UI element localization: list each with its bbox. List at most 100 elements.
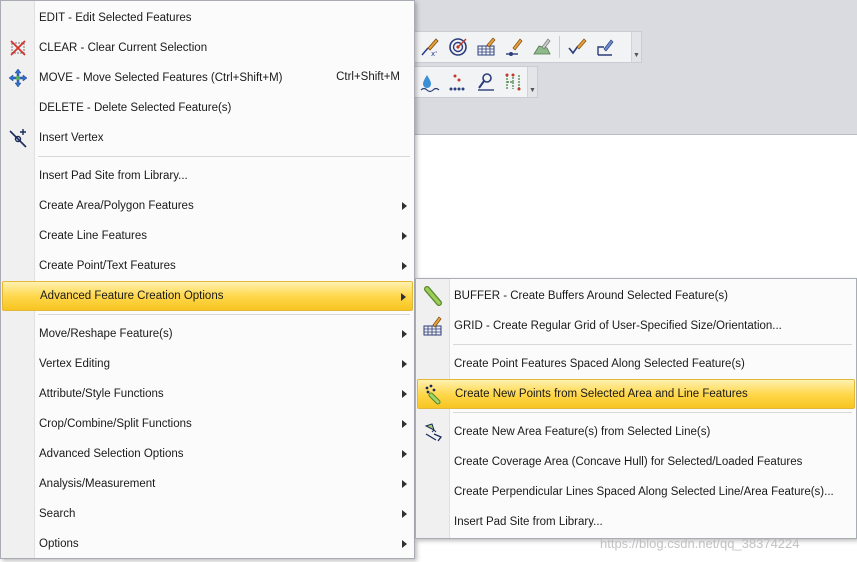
submenu-arrow-icon (402, 420, 407, 428)
menu-item-create-point-text[interactable]: Create Point/Text Features (2, 251, 413, 281)
watermark-text: https://blog.csdn.net/qq_38374224 (600, 536, 800, 551)
submenu-item-points-along-features[interactable]: Create Point Features Spaced Along Selec… (417, 349, 855, 379)
menu-item-label: Vertex Editing (39, 358, 110, 370)
submenu-arrow-icon (402, 390, 407, 398)
blank-icon (417, 507, 449, 537)
menu-item-move[interactable]: MOVE - Move Selected Features (Ctrl+Shif… (2, 63, 413, 93)
blank-icon (2, 409, 34, 439)
menu-item-label: Advanced Selection Options (39, 448, 184, 460)
checkmark-pencil-icon[interactable] (563, 33, 591, 61)
submenu-item-buffer[interactable]: BUFFER - Create Buffers Around Selected … (417, 281, 855, 311)
blank-icon (417, 447, 449, 477)
menu-item-label: Create Line Features (39, 230, 148, 242)
menu-item-label: Create Point Features Spaced Along Selec… (454, 358, 745, 370)
buffer-icon (417, 281, 449, 311)
blank-icon (417, 349, 449, 379)
menu-item-label: Insert Pad Site from Library... (39, 170, 188, 182)
blank-icon (417, 477, 449, 507)
submenu-item-coverage-area[interactable]: Create Coverage Area (Concave Hull) for … (417, 447, 855, 477)
menu-item-advanced-feature-creation[interactable]: Advanced Feature Creation Options (2, 281, 413, 311)
menu-item-label: Create Area/Polygon Features (39, 200, 194, 212)
menu-item-move-reshape[interactable]: Move/Reshape Feature(s) (2, 319, 413, 349)
menu-item-label: Create New Area Feature(s) from Selected… (454, 426, 711, 438)
vertex-path-icon[interactable] (500, 68, 528, 96)
menu-item-attribute-style[interactable]: Attribute/Style Functions (2, 379, 413, 409)
menu-item-create-area-polygon[interactable]: Create Area/Polygon Features (2, 191, 413, 221)
blank-icon (2, 439, 34, 469)
blank-icon (2, 191, 34, 221)
water-drop-icon[interactable] (416, 68, 444, 96)
insert-vertex-icon (2, 123, 34, 153)
locate-pin-icon[interactable] (472, 68, 500, 96)
points-line-icon[interactable] (444, 68, 472, 96)
menu-item-label: Create New Points from Selected Area and… (455, 388, 748, 400)
menu-item-crop-combine-split[interactable]: Crop/Combine/Split Functions (2, 409, 413, 439)
grid-tool-icon[interactable] (472, 33, 500, 61)
submenu-arrow-icon (402, 450, 407, 458)
menu-item-label: BUFFER - Create Buffers Around Selected … (454, 290, 728, 302)
toolbar-row-1: x' ▼ (414, 31, 642, 63)
reshape-tool-icon[interactable] (591, 33, 619, 61)
blank-icon (3, 281, 35, 311)
menu-item-label: CLEAR - Clear Current Selection (39, 42, 208, 54)
menu-item-label: Search (39, 508, 76, 520)
submenu-arrow-icon (402, 262, 407, 270)
menu-item-insert-vertex[interactable]: Insert Vertex (2, 123, 413, 153)
clear-selection-icon (2, 33, 34, 63)
submenu-item-insert-pad-site[interactable]: Insert Pad Site from Library... (417, 507, 855, 537)
blank-icon (2, 499, 34, 529)
menu-item-shortcut: Ctrl+Shift+M (336, 71, 400, 83)
submenu-item-area-from-lines[interactable]: Create New Area Feature(s) from Selected… (417, 417, 855, 447)
menu-item-label: Insert Vertex (39, 132, 104, 144)
menu-item-options[interactable]: Options (2, 529, 413, 559)
menu-item-search[interactable]: Search (2, 499, 413, 529)
blank-icon (2, 529, 34, 559)
menu-item-label: Create Perpendicular Lines Spaced Along … (454, 486, 834, 498)
blank-icon (2, 469, 34, 499)
blank-icon (2, 379, 34, 409)
menu-item-label: DELETE - Delete Selected Feature(s) (39, 102, 232, 114)
submenu-arrow-icon (402, 202, 407, 210)
digitize-line-tool-icon[interactable]: x' (416, 33, 444, 61)
grid-icon (417, 311, 449, 341)
menu-item-vertex-editing[interactable]: Vertex Editing (2, 349, 413, 379)
submenu-arrow-icon (402, 510, 407, 518)
menu-separator (38, 314, 410, 315)
menu-item-label: Create Coverage Area (Concave Hull) for … (454, 456, 803, 468)
blank-icon (2, 93, 34, 123)
blank-icon (2, 161, 34, 191)
pencil-point-icon[interactable] (500, 33, 528, 61)
toolbar-overflow-chevron-icon[interactable]: ▼ (631, 32, 641, 62)
menu-item-label: Attribute/Style Functions (39, 388, 164, 400)
submenu-arrow-icon (402, 330, 407, 338)
blank-icon (2, 319, 34, 349)
menu-item-label: Crop/Combine/Split Functions (39, 418, 192, 430)
menu-separator (453, 344, 852, 345)
blank-icon (2, 221, 34, 251)
submenu-item-grid[interactable]: GRID - Create Regular Grid of User-Speci… (417, 311, 855, 341)
toolbar-row-2: ▼ (414, 66, 538, 98)
submenu-item-perpendicular-lines[interactable]: Create Perpendicular Lines Spaced Along … (417, 477, 855, 507)
menu-item-edit[interactable]: EDIT - Edit Selected Features (2, 3, 413, 33)
toolbar-overflow-chevron-icon[interactable]: ▼ (527, 67, 537, 97)
menu-item-analysis-measurement[interactable]: Analysis/Measurement (2, 469, 413, 499)
submenu-arrow-icon (402, 232, 407, 240)
menu-item-advanced-selection[interactable]: Advanced Selection Options (2, 439, 413, 469)
menu-item-label: EDIT - Edit Selected Features (39, 12, 192, 24)
advanced-feature-creation-submenu: BUFFER - Create Buffers Around Selected … (415, 278, 857, 539)
menu-item-label: Insert Pad Site from Library... (454, 516, 603, 528)
submenu-arrow-icon (402, 480, 407, 488)
points-from-features-icon (418, 379, 450, 409)
menu-item-delete[interactable]: DELETE - Delete Selected Feature(s) (2, 93, 413, 123)
menu-item-create-line[interactable]: Create Line Features (2, 221, 413, 251)
menu-item-insert-pad-site[interactable]: Insert Pad Site from Library... (2, 161, 413, 191)
edit-area-icon[interactable] (528, 33, 556, 61)
menu-item-label: Advanced Feature Creation Options (40, 290, 224, 302)
menu-item-clear[interactable]: CLEAR - Clear Current Selection (2, 33, 413, 63)
toolbar-separator (559, 36, 560, 58)
blank-icon (2, 349, 34, 379)
menu-item-label: Move/Reshape Feature(s) (39, 328, 173, 340)
submenu-item-points-from-area-line[interactable]: Create New Points from Selected Area and… (417, 379, 855, 409)
menu-item-label: GRID - Create Regular Grid of User-Speci… (454, 320, 782, 332)
target-icon[interactable] (444, 33, 472, 61)
